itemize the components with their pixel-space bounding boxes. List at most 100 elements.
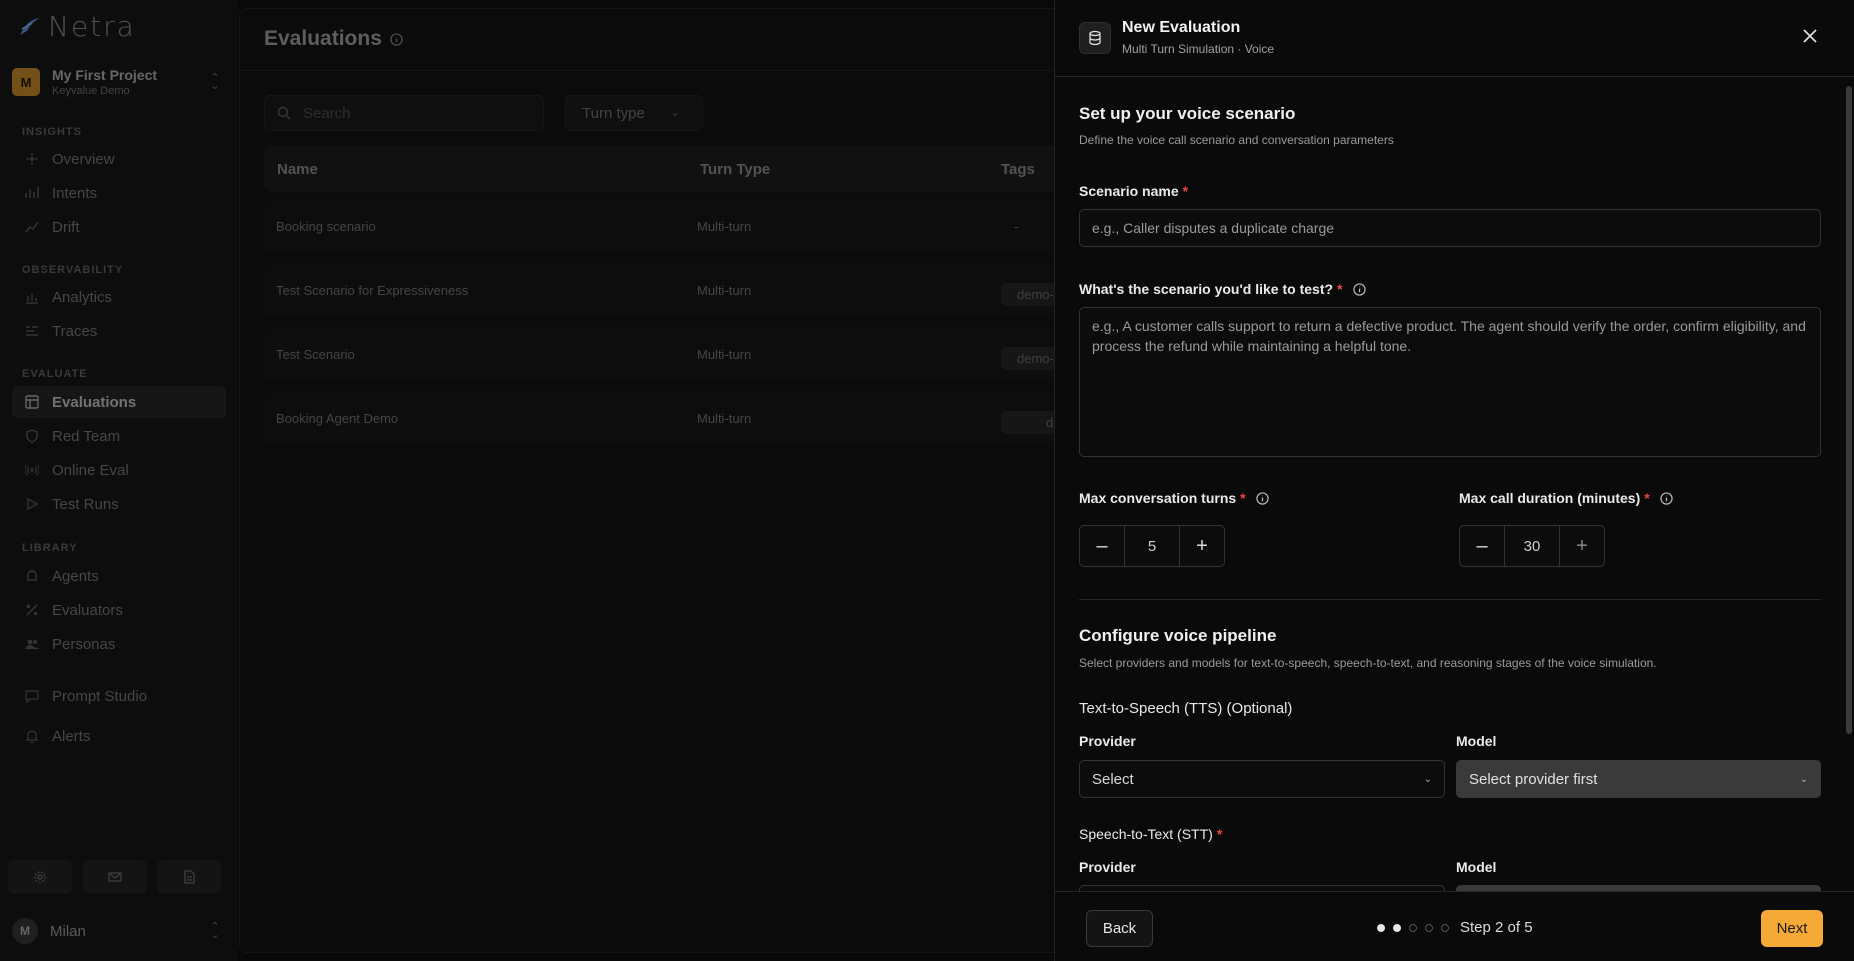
info-icon[interactable] [1660,491,1673,505]
tts-model-select[interactable]: Select provider first ⌄ [1456,760,1821,798]
user-avatar: M [12,918,38,944]
increment-button[interactable]: + [1180,526,1224,566]
main-panel: Evaluations Search Turn type ⌄ Name Turn… [239,8,1144,953]
project-name: My First Project [52,67,158,83]
sidebar-item-agents[interactable]: Agents [12,560,226,592]
step-dot [1441,924,1449,932]
sidebar-item-evaluators[interactable]: Evaluators [12,594,226,626]
mail-button[interactable] [83,860,147,894]
grid-icon [24,394,40,410]
sidebar-item-drift[interactable]: Drift [12,211,226,243]
column-name[interactable]: Name [277,161,318,178]
scenario-description-textarea[interactable]: e.g., A customer calls support to return… [1079,307,1821,457]
step-counter: Step 2 of 5 [1460,919,1533,936]
step-dot [1425,924,1433,932]
section-library: LIBRARY [22,542,78,554]
search-input[interactable]: Search [264,95,544,131]
sidebar-item-intents[interactable]: Intents [12,177,226,209]
section-observability: OBSERVABILITY [22,264,124,276]
max-turns-value[interactable]: 5 [1124,526,1180,566]
percent-icon [24,602,40,618]
chat-icon [24,688,40,704]
max-duration-value[interactable]: 30 [1504,526,1560,566]
settings-button[interactable] [8,860,72,894]
document-icon [184,870,195,884]
next-button[interactable]: Next [1761,910,1823,947]
sidebar-item-traces[interactable]: Traces [12,315,226,347]
bell-icon [24,728,40,744]
sidebar-item-red-team[interactable]: Red Team [12,420,226,452]
back-button[interactable]: Back [1086,910,1153,947]
column-turn-type[interactable]: Turn Type [700,161,770,178]
table-row[interactable]: Test Scenario Multi-turn demo- [264,329,1144,381]
broadcast-icon [24,462,40,478]
chevron-down-icon: ⌄ [1799,773,1808,785]
section-evaluate: EVALUATE [22,368,88,380]
project-switcher[interactable]: M My First Project Keyvalue Demo ⌃ ⌄ [12,64,222,100]
drawer-title: New Evaluation [1122,19,1241,36]
docs-button[interactable] [157,860,221,894]
table-row[interactable]: Test Scenario for Expressiveness Multi-t… [264,265,1144,317]
sidebar-item-prompt-studio[interactable]: Prompt Studio [12,680,226,712]
search-icon [277,106,291,120]
sidebar-item-analytics[interactable]: Analytics [12,281,226,313]
scenario-name-input[interactable]: e.g., Caller disputes a duplicate charge [1079,209,1821,247]
scenario-name-label: Scenario name * [1079,183,1189,199]
step-dot [1393,924,1401,932]
info-icon[interactable] [1352,282,1366,296]
stt-title: Speech-to-Text (STT) * [1079,826,1223,842]
close-button[interactable] [1798,24,1822,48]
shield-icon [24,428,40,444]
decrement-button[interactable]: – [1460,526,1504,566]
header-divider [240,70,1138,71]
drawer-scrollbar[interactable] [1846,86,1852,734]
app-logo[interactable]: Netra [18,10,136,43]
analytics-icon [24,289,40,305]
gear-icon [34,871,46,883]
column-tags[interactable]: Tags [1001,161,1035,178]
step-indicator [1377,924,1449,932]
agent-icon [24,568,40,584]
step-dot [1409,924,1417,932]
info-icon[interactable] [1255,491,1269,505]
step-dot [1377,924,1385,932]
sidebar-item-alerts[interactable]: Alerts [12,720,226,752]
sidebar-item-evaluations[interactable]: Evaluations [12,386,226,418]
intents-icon [24,185,40,201]
scenario-section-desc: Define the voice call scenario and conve… [1079,133,1394,147]
mail-icon [108,872,122,882]
scenario-test-label: What's the scenario you'd like to test? * [1079,281,1366,297]
sidebar-item-test-runs[interactable]: Test Runs [12,488,226,520]
new-evaluation-drawer: New Evaluation Multi Turn Simulation · V… [1054,0,1854,961]
table-row[interactable]: Booking scenario Multi-turn - [264,201,1144,253]
tts-title: Text-to-Speech (TTS) (Optional) [1079,700,1293,717]
page-title: Evaluations [264,27,403,51]
chevron-down-icon: ⌄ [1423,773,1432,785]
table-header: Name Turn Type Tags [264,146,1144,192]
increment-button[interactable]: + [1560,526,1604,566]
tts-model-label: Model [1456,733,1497,749]
max-duration-stepper: – 30 + [1459,525,1605,567]
sidebar-item-online-eval[interactable]: Online Eval [12,454,226,486]
table-row[interactable]: Booking Agent Demo Multi-turn d [264,393,1144,445]
sidebar: Netra M My First Project Keyvalue Demo ⌃… [0,0,238,961]
chevron-down-icon: ⌄ [670,107,680,119]
decrement-button[interactable]: – [1080,526,1124,566]
tts-provider-label: Provider [1079,733,1136,749]
stt-model-label: Model [1456,859,1497,875]
traces-icon [24,323,40,339]
turn-type-filter[interactable]: Turn type ⌄ [565,95,703,131]
max-turns-stepper: – 5 + [1079,525,1225,567]
project-avatar: M [12,68,40,96]
chevron-updown-icon: ⌃ ⌄ [210,921,220,941]
tts-provider-select[interactable]: Select ⌄ [1079,760,1445,798]
sidebar-item-overview[interactable]: Overview [12,143,226,175]
required-marker: * [1216,826,1223,842]
user-menu[interactable]: M Milan ⌃ ⌄ [12,916,222,946]
netra-logo-icon [20,17,40,35]
project-org: Keyvalue Demo [52,85,130,97]
sidebar-item-personas[interactable]: Personas [12,628,226,660]
info-icon[interactable] [390,32,403,46]
section-divider [1079,599,1821,600]
pipeline-section-title: Configure voice pipeline [1079,626,1277,645]
